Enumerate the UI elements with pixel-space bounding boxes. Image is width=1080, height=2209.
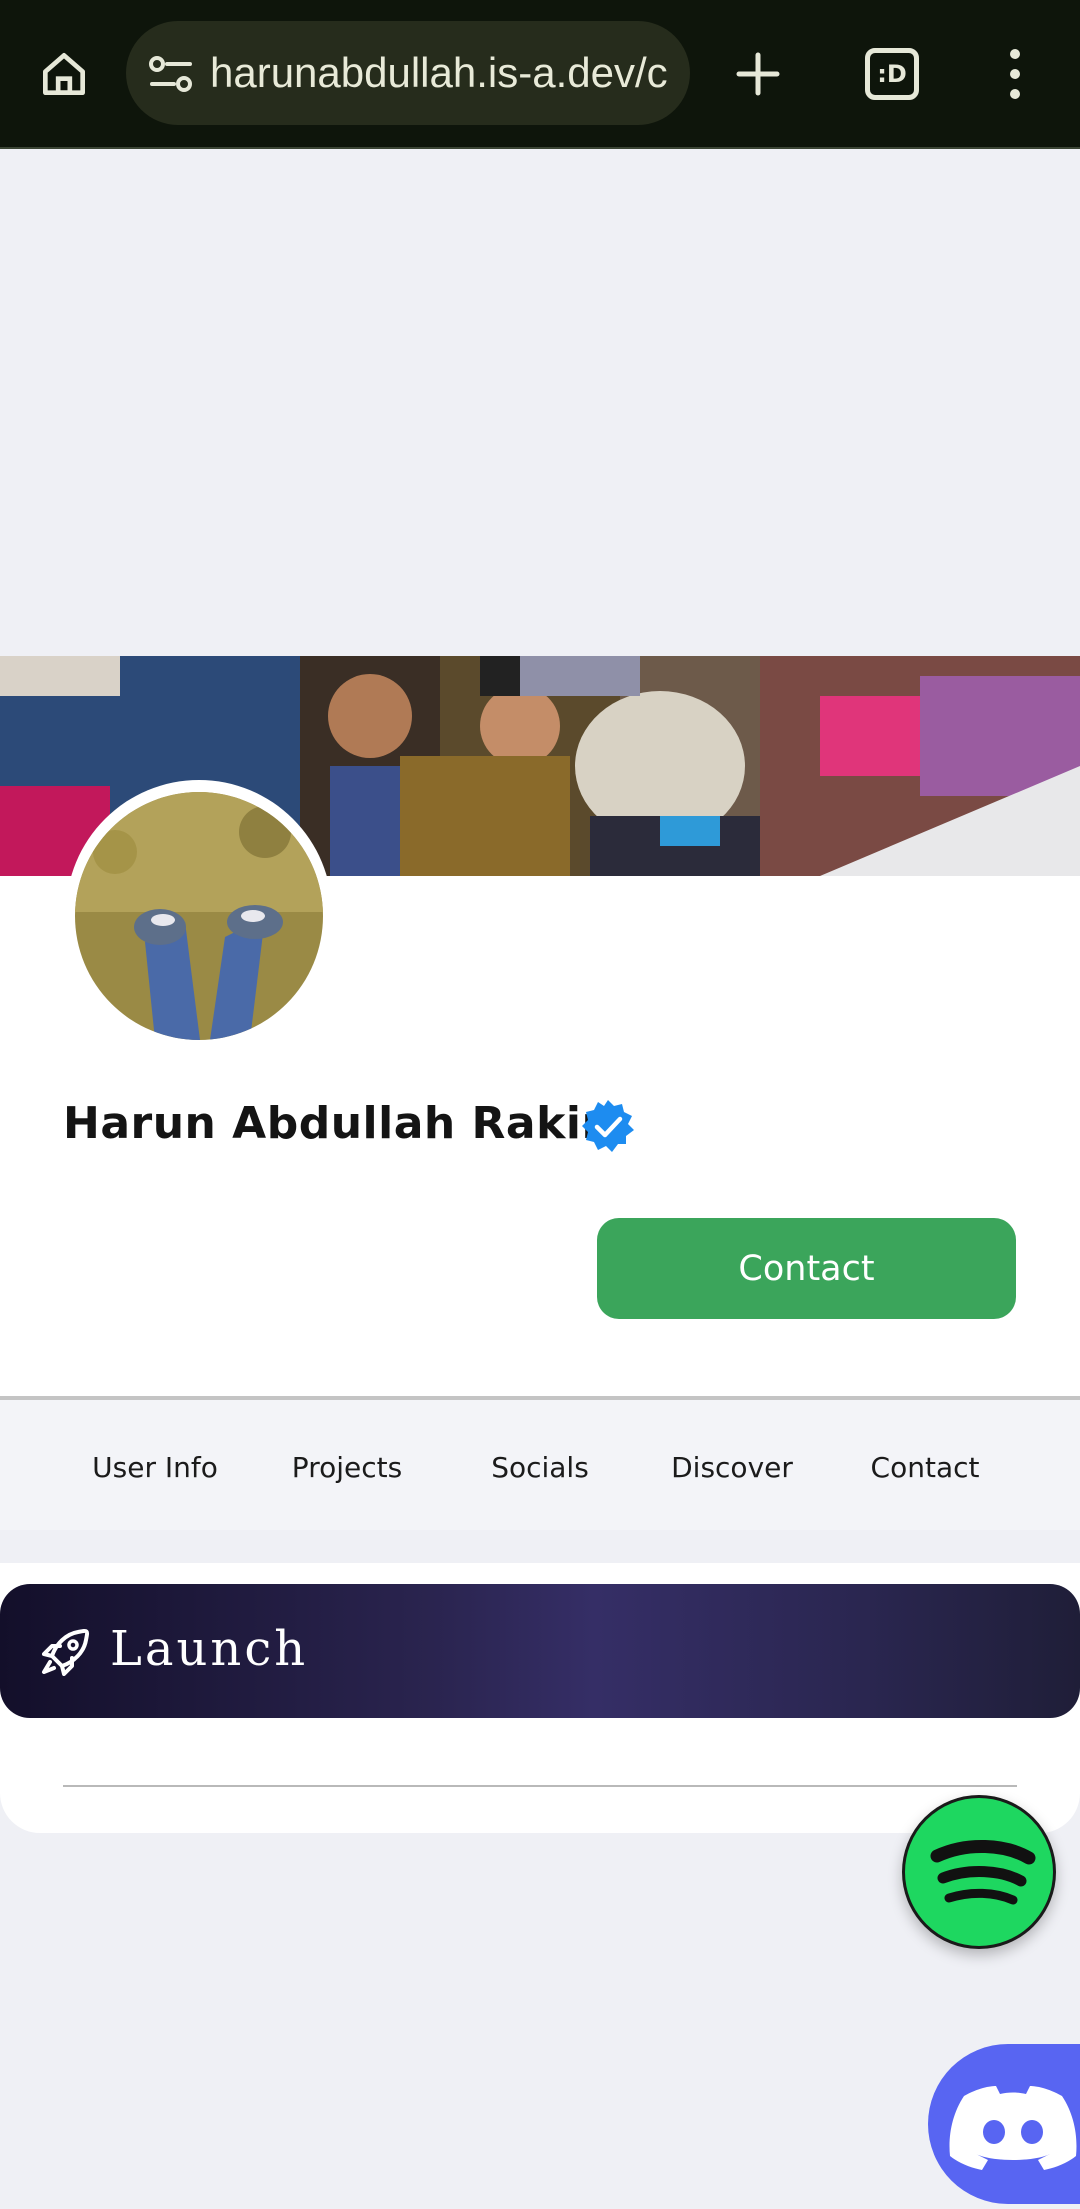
- spotify-icon: [930, 1840, 1036, 1905]
- tab-count: :D: [865, 48, 919, 100]
- url-text[interactable]: harunabdullah.is-a.dev/c: [210, 21, 680, 125]
- verified-badge-icon: [582, 1100, 634, 1152]
- spotify-button[interactable]: [902, 1795, 1056, 1949]
- discord-button[interactable]: [928, 2044, 1080, 2204]
- tab-discover[interactable]: Discover: [662, 1400, 802, 1530]
- plus-icon: [736, 52, 780, 96]
- site-settings-icon[interactable]: [146, 49, 196, 99]
- tab-projects[interactable]: Projects: [277, 1400, 417, 1530]
- avatar[interactable]: [75, 792, 323, 1040]
- home-button[interactable]: [28, 38, 100, 110]
- section-divider: [63, 1785, 1017, 1787]
- profile-name: Harun Abdullah Rakin: [63, 1098, 614, 1149]
- more-vertical-icon: [1010, 49, 1020, 99]
- tab-switcher-button[interactable]: :D: [854, 38, 930, 110]
- address-bar[interactable]: harunabdullah.is-a.dev/c: [126, 21, 690, 125]
- tab-socials[interactable]: Socials: [470, 1400, 610, 1530]
- home-icon: [43, 53, 85, 95]
- launch-section-title: Launch: [110, 1621, 309, 1677]
- browser-toolbar: harunabdullah.is-a.dev/c :D: [0, 0, 1080, 149]
- tab-navigation: User Info Projects Socials Discover Cont…: [0, 1400, 1080, 1530]
- rocket-icon: [42, 1629, 89, 1676]
- tab-user-info[interactable]: User Info: [80, 1400, 230, 1530]
- new-tab-button[interactable]: [722, 38, 794, 110]
- tab-contact[interactable]: Contact: [855, 1400, 995, 1530]
- menu-button[interactable]: [990, 38, 1040, 110]
- discord-icon: [949, 2086, 1077, 2170]
- contact-button[interactable]: Contact: [597, 1218, 1016, 1319]
